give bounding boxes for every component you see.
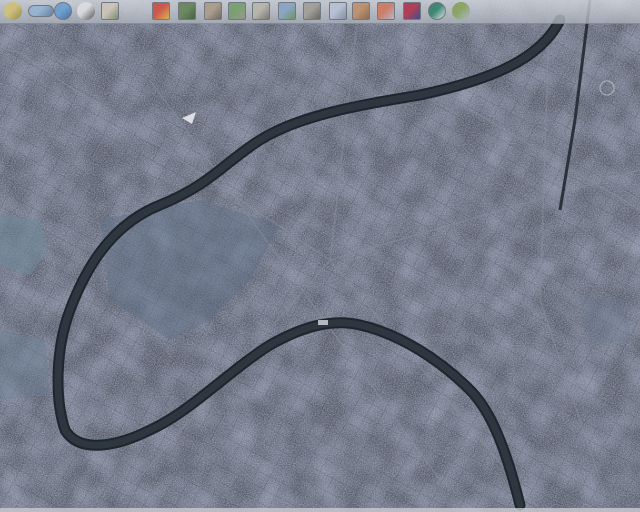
layer-roads-icon[interactable] xyxy=(252,2,270,20)
world-map-icon[interactable] xyxy=(28,5,54,17)
layer-hydro-icon[interactable] xyxy=(278,2,296,20)
landmark-bright-roof xyxy=(318,320,328,325)
layer-grid-icon[interactable] xyxy=(329,2,347,20)
layer-heatmap-icon[interactable] xyxy=(152,2,170,20)
home-icon[interactable] xyxy=(4,2,22,20)
globe-icon[interactable] xyxy=(54,2,72,20)
layer-city-icon[interactable] xyxy=(303,2,321,20)
map-toolbar xyxy=(0,0,640,24)
layer-elevation-icon[interactable] xyxy=(204,2,222,20)
layer-landcover-icon[interactable] xyxy=(178,2,196,20)
layer-boundaries-icon[interactable] xyxy=(377,2,395,20)
layer-terrain-icon[interactable] xyxy=(101,2,119,20)
layer-geology-icon[interactable] xyxy=(352,2,370,20)
compass-icon[interactable] xyxy=(428,2,446,20)
zoom-icon[interactable] xyxy=(77,2,95,20)
landscape-icon[interactable] xyxy=(452,2,470,20)
flag-icon[interactable] xyxy=(403,2,421,20)
park-south-area xyxy=(0,330,50,400)
satellite-map[interactable] xyxy=(0,0,640,512)
status-bar xyxy=(0,508,640,512)
layer-vegetation-icon[interactable] xyxy=(228,2,246,20)
